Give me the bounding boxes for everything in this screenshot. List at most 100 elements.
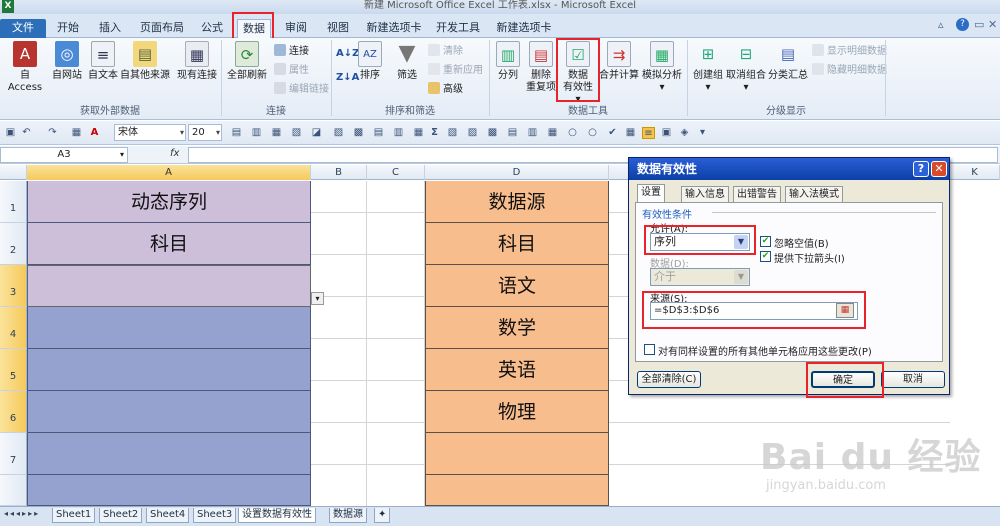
redo-icon[interactable]: ↷ xyxy=(46,127,59,139)
toolbar-icon-14[interactable]: ▥ xyxy=(526,127,539,139)
properties-button[interactable]: 属性 xyxy=(274,63,309,79)
toolbar-icon-17[interactable]: ○ xyxy=(586,127,599,139)
from-web-button[interactable]: ◎ 自网站 xyxy=(50,41,84,82)
dialog-help-icon[interactable]: ? xyxy=(913,161,929,177)
sheet-tab-validation[interactable]: 设置数据有效性 xyxy=(238,508,316,523)
consolidate-button[interactable]: ⇉ 合并计算 xyxy=(598,41,640,82)
cell-a6[interactable] xyxy=(27,391,311,433)
apply-all-checkbox[interactable] xyxy=(644,344,655,355)
close-window-icon[interactable]: ✕ xyxy=(988,18,997,31)
row-header-7[interactable]: 7 xyxy=(0,433,27,475)
tab-review[interactable]: 审阅 xyxy=(280,19,312,38)
sheet-tab-data-source[interactable]: 数据源 xyxy=(329,508,367,523)
select-all-corner[interactable] xyxy=(0,165,27,180)
toolbar-icon-13[interactable]: ▤ xyxy=(506,127,519,139)
ok-button[interactable]: 确定 xyxy=(811,371,875,388)
minimize-window-icon[interactable]: ▭ xyxy=(974,18,984,31)
advanced-filter-button[interactable]: 高级 xyxy=(428,82,463,98)
sheet-tab-sheet1[interactable]: Sheet1 xyxy=(52,508,96,523)
column-header-a[interactable]: A xyxy=(27,165,311,180)
clear-filter-button[interactable]: 清除 xyxy=(428,44,463,60)
what-if-analysis-button[interactable]: ▦ 模拟分析 ▾ xyxy=(640,41,684,94)
from-text-button[interactable]: ≡ 自文本 xyxy=(86,41,120,82)
toolbar-icon-1[interactable]: ▤ xyxy=(230,127,243,139)
toolbar-icon-19[interactable]: ▦ xyxy=(624,127,637,139)
column-header-k[interactable]: K xyxy=(950,165,1000,180)
toolbar-icon-2[interactable]: ▥ xyxy=(250,127,263,139)
row-header-3[interactable]: 3 xyxy=(0,265,27,307)
tab-developer[interactable]: 开发工具 xyxy=(434,19,482,38)
group-button[interactable]: ⊞ 创建组 ▾ xyxy=(690,41,726,94)
sort-button[interactable]: AZ 排序 xyxy=(356,41,384,82)
dialog-tab-input-message[interactable]: 输入信息 xyxy=(681,186,729,202)
toolbar-icon-21[interactable]: ◈ xyxy=(678,127,691,139)
row-header-1[interactable]: 1 xyxy=(0,181,27,223)
name-box[interactable]: A3 ▾ xyxy=(0,147,128,163)
dropdown-arrow-checkbox[interactable]: ✔ xyxy=(760,251,771,262)
toolbar-icon-4[interactable]: ▧ xyxy=(290,127,303,139)
remove-duplicates-button[interactable]: ▤ 删除 重复项 xyxy=(525,41,557,94)
row-header-2[interactable]: 2 xyxy=(0,223,27,265)
text-to-columns-button[interactable]: ▥ 分列 xyxy=(493,41,523,82)
hide-detail-button[interactable]: 隐藏明细数据 xyxy=(812,63,887,79)
toolbar-icon-9[interactable]: ▦ xyxy=(412,127,425,139)
from-other-sources-button[interactable]: ▤ 自其他来源 xyxy=(120,41,170,82)
cell-d3[interactable]: 语文 xyxy=(425,265,609,307)
column-header-e[interactable] xyxy=(609,165,629,180)
cell-d7[interactable] xyxy=(425,433,609,475)
sheet-nav-icon[interactable]: ◂◂◂▸▸▸ xyxy=(4,509,40,518)
tab-page-layout[interactable]: 页面布局 xyxy=(136,19,188,38)
edit-links-button[interactable]: 编辑链接 xyxy=(274,82,329,98)
cell-d2[interactable]: 科目 xyxy=(425,223,609,265)
cancel-button[interactable]: 取消 xyxy=(881,371,945,388)
dialog-tab-ime-mode[interactable]: 输入法模式 xyxy=(785,186,843,202)
cell-a3[interactable] xyxy=(27,265,311,307)
fx-icon[interactable]: fx xyxy=(170,148,179,159)
toolbar-icon-6[interactable]: ▩ xyxy=(352,127,365,139)
show-detail-button[interactable]: 显示明细数据 xyxy=(812,44,887,60)
subtotal-button[interactable]: ▤ 分类汇总 xyxy=(768,41,808,82)
cell-a1[interactable]: 动态序列 xyxy=(27,181,311,223)
sum-icon[interactable]: Σ xyxy=(428,127,441,139)
data-validation-button[interactable]: ☑ 数据 有效性 ▾ xyxy=(560,41,596,106)
toolbar-icon-16[interactable]: ○ xyxy=(566,127,579,139)
toolbar-icon-15[interactable]: ▦ xyxy=(546,127,559,139)
sheet-tab-sheet2[interactable]: Sheet2 xyxy=(99,508,143,523)
tab-formulas[interactable]: 公式 xyxy=(196,19,228,38)
print-preview-icon[interactable]: ▦ xyxy=(70,127,83,139)
tab-file[interactable]: 文件 xyxy=(0,19,46,38)
cell-a2[interactable]: 科目 xyxy=(27,223,311,265)
cell-a4[interactable] xyxy=(27,307,311,349)
toolbar-icon-3[interactable]: ▦ xyxy=(270,127,283,139)
sheet-tab-sheet4[interactable]: Sheet4 xyxy=(146,508,190,523)
toolbar-icon-8[interactable]: ▥ xyxy=(392,127,405,139)
tab-new-tab-1[interactable]: 新建选项卡 xyxy=(364,19,424,38)
tab-home[interactable]: 开始 xyxy=(52,19,84,38)
allow-select[interactable]: 序列 ▼ xyxy=(650,233,750,251)
toolbar-icon-18[interactable]: ✔ xyxy=(606,127,619,139)
align-icon[interactable]: ≡ xyxy=(642,127,655,139)
dialog-close-icon[interactable]: ✕ xyxy=(931,161,947,177)
tab-data[interactable]: 数据 xyxy=(237,19,271,38)
refresh-all-button[interactable]: ⟳ 全部刷新 xyxy=(224,41,270,82)
undo-icon[interactable]: ↶ xyxy=(20,127,33,139)
connections-button[interactable]: 连接 xyxy=(274,44,309,60)
customize-toolbar-icon[interactable]: ▾ xyxy=(696,127,709,139)
row-header-8[interactable] xyxy=(0,475,27,506)
dialog-tab-error-alert[interactable]: 出错警告 xyxy=(733,186,781,202)
clear-all-button[interactable]: 全部清除(C) xyxy=(637,371,701,388)
cell-d4[interactable]: 数学 xyxy=(425,307,609,349)
insert-sheet-icon[interactable]: ✦ xyxy=(374,508,391,523)
font-color-icon[interactable]: A xyxy=(88,127,101,139)
row-header-6[interactable]: 6 xyxy=(0,391,27,433)
column-header-d[interactable]: D xyxy=(425,165,609,180)
dialog-tab-settings[interactable]: 设置 xyxy=(637,184,665,203)
tab-view[interactable]: 视图 xyxy=(322,19,354,38)
toolbar-icon-12[interactable]: ▩ xyxy=(486,127,499,139)
cell-d8[interactable] xyxy=(425,475,609,506)
ungroup-button[interactable]: ⊟ 取消组合 ▾ xyxy=(726,41,766,94)
range-select-icon[interactable]: ▦ xyxy=(836,303,854,318)
row-header-4[interactable]: 4 xyxy=(0,307,27,349)
filter-button[interactable]: ▼ 筛选 xyxy=(392,41,422,82)
data-select[interactable]: 介于 ▼ xyxy=(650,268,750,286)
